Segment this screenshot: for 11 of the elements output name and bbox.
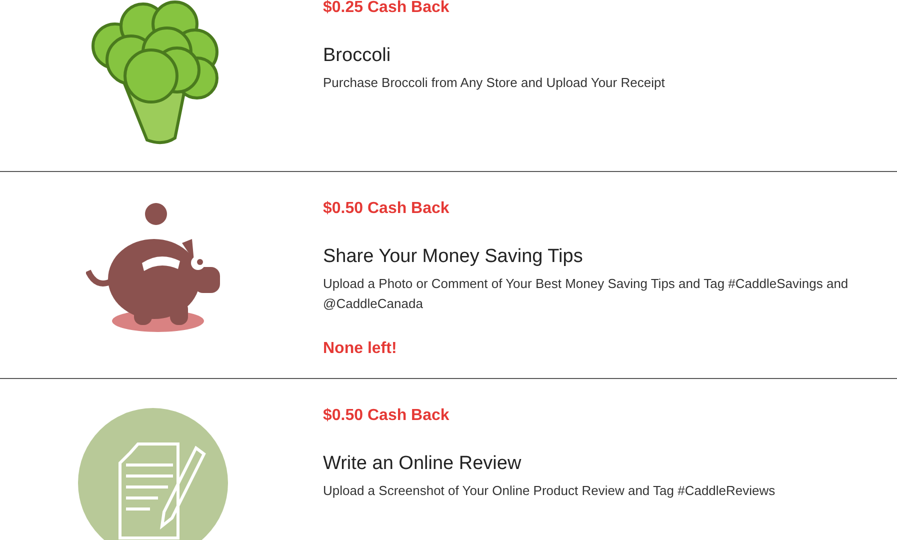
offer-description: Upload a Photo or Comment of Your Best Money Saving Tips and Tag #CaddleSavings and @CaddleCanada [323, 275, 850, 313]
offer-description: Upload a Screenshot of Your Online Product Review and Tag #CaddleReviews [323, 482, 776, 500]
cash-back-amount: $0.50 Cash Back [323, 407, 450, 425]
offer-description: Purchase Broccoli from Any Store and Upload Your Receipt [323, 74, 665, 92]
offer-title: Write an Online Review [323, 453, 522, 475]
cash-back-amount: $0.25 Cash Back [323, 0, 450, 17]
cash-back-amount: $0.50 Cash Back [323, 200, 450, 218]
offer-title: Share Your Money Saving Tips [323, 246, 583, 268]
offer-title: Broccoli [323, 45, 391, 67]
piggy-bank-icon [86, 201, 220, 333]
availability-status: None left! [323, 340, 397, 358]
